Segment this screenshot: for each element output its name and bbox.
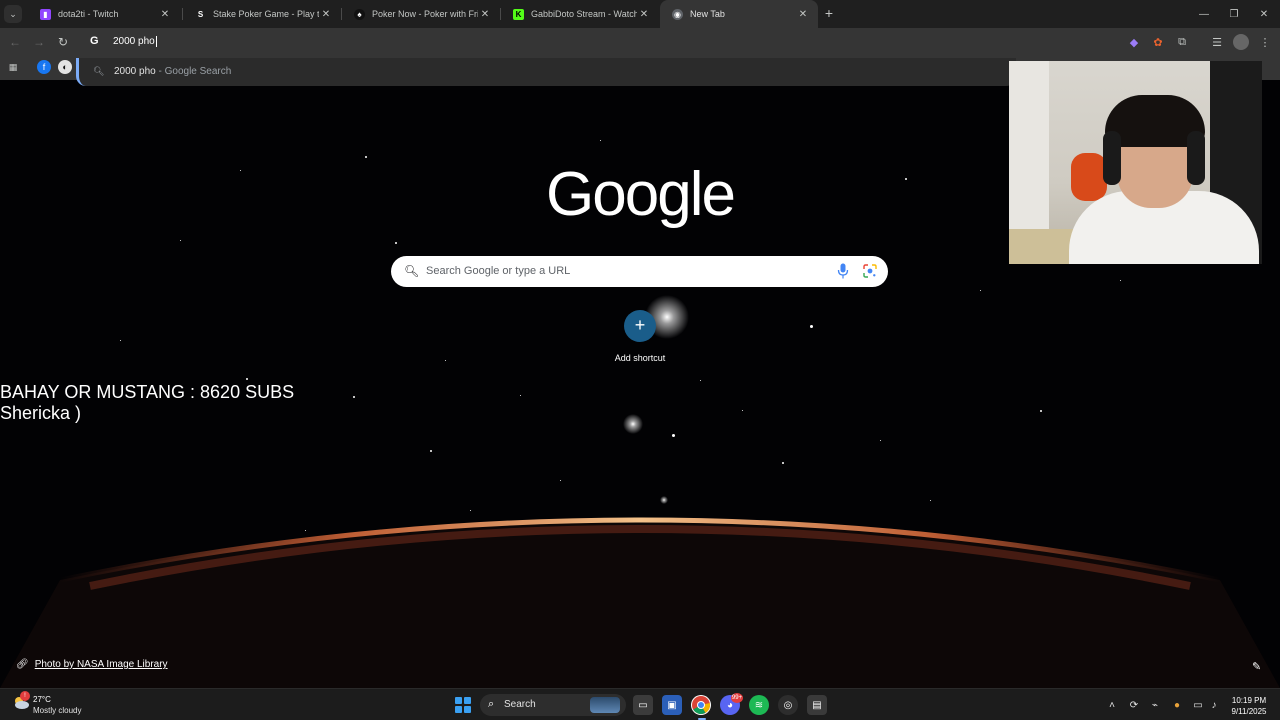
chrome-icon: ◉ xyxy=(672,8,683,20)
forward-icon[interactable]: → xyxy=(30,33,48,51)
obs-icon[interactable]: ◎ xyxy=(778,695,798,715)
tab-strip: ⌄ ▮ dota2ti - Twitch ✕ S Stake Poker Gam… xyxy=(0,0,1280,28)
search-icon: 🔍︎ xyxy=(93,66,105,76)
suggestion-text: 2000 pho - Google Search xyxy=(114,66,231,77)
more-menu-icon[interactable]: ⋮ xyxy=(1257,34,1273,50)
reading-list-icon[interactable]: ☰ xyxy=(1209,34,1225,50)
browser-toolbar: ← → ↻ G 2000 pho ◆ ✿ ⧉ ☰ ⋮ xyxy=(0,28,1280,56)
windows-start-icon[interactable] xyxy=(455,697,471,713)
chrome-taskbar-icon[interactable] xyxy=(691,695,711,715)
tab-twitch[interactable]: ▮ dota2ti - Twitch ✕ xyxy=(28,0,180,28)
stream-overlay-text: BAHAY OR MUSTANG : 8620 SUBS Shericka ) xyxy=(0,382,294,424)
add-shortcut-button[interactable]: + xyxy=(624,310,656,342)
search-icon: 🔍︎ xyxy=(404,264,420,278)
twitch-icon: ▮ xyxy=(40,8,51,20)
apps-grid-icon[interactable]: ▦ xyxy=(6,60,20,74)
microphone-icon[interactable]: ● xyxy=(1170,698,1184,712)
window-close-icon[interactable]: ✕ xyxy=(1248,0,1280,28)
copilot-extension-icon[interactable]: ◆ xyxy=(1126,34,1142,50)
suggestion-suffix: - Google Search xyxy=(155,66,232,77)
close-icon[interactable]: ✕ xyxy=(637,9,651,20)
tab-gabbidoto-stream[interactable]: K GabbiDoto Stream - Watch Live ✕ xyxy=(501,0,659,28)
tab-title: dota2ti - Twitch xyxy=(58,9,119,19)
task-view-icon[interactable]: ▭ xyxy=(633,695,653,715)
restore-icon[interactable]: ❐ xyxy=(1218,0,1250,28)
tab-title: Stake Poker Game - Play the Be xyxy=(213,9,319,19)
weather-temperature: 27°C xyxy=(33,695,51,704)
microsoft-store-icon[interactable]: ▣ xyxy=(662,695,682,715)
taskbar-search-box[interactable]: ⌕ Search xyxy=(480,694,626,716)
close-icon[interactable]: ✕ xyxy=(796,9,810,20)
webcam-plush-toy xyxy=(1071,153,1107,201)
weather-description: Mostly cloudy xyxy=(33,706,82,715)
tab-title: New Tab xyxy=(690,9,725,19)
tab-new-tab[interactable]: ◉ New Tab ✕ xyxy=(660,0,818,28)
search-icon: ⌕ xyxy=(488,698,495,710)
google-logo: Google xyxy=(546,160,736,229)
sync-icon[interactable]: ⟳ xyxy=(1127,698,1141,712)
extension-icon[interactable]: ✿ xyxy=(1150,34,1166,50)
tab-title: GabbiDoto Stream - Watch Live xyxy=(531,9,637,19)
stake-icon: S xyxy=(197,9,204,19)
chrome-logo-icon xyxy=(692,696,710,714)
windows-taskbar: ! 27°C Mostly cloudy ⌕ Search ▭ ▣ ◕ 99+ … xyxy=(0,688,1280,720)
headphone-left xyxy=(1103,131,1121,185)
tab-stake-poker[interactable]: S Stake Poker Game - Play the Be ✕ xyxy=(183,0,341,28)
weather-alert-badge: ! xyxy=(20,691,30,701)
link-icon: 🔗︎ xyxy=(16,659,29,670)
minimize-icon[interactable]: — xyxy=(1188,0,1220,28)
webcam-overlay xyxy=(1009,61,1262,264)
search-highlight-image xyxy=(590,697,620,713)
customize-pencil-icon[interactable]: ✎ xyxy=(1252,660,1261,673)
calculator-icon[interactable]: ▤ xyxy=(807,695,827,715)
extensions-puzzle-icon[interactable]: ⧉ xyxy=(1174,34,1190,50)
tab-search-button[interactable]: ⌄ xyxy=(4,5,22,23)
bookmark-icon[interactable]: ◐ xyxy=(58,60,72,74)
pokernow-icon: ♠ xyxy=(354,8,365,20)
show-hidden-icons-chevron-icon[interactable]: ˄ xyxy=(1105,698,1119,712)
omnibox-input[interactable]: 2000 pho xyxy=(113,36,157,47)
tab-title: Poker Now - Poker with Friends xyxy=(372,9,478,19)
omnibox-value: 2000 pho xyxy=(113,36,155,48)
photo-credit-text: Photo by NASA Image Library xyxy=(34,659,168,670)
overlay-line-1: BAHAY OR MUSTANG : 8620 SUBS xyxy=(0,382,295,402)
discord-notification-badge: 99+ xyxy=(731,693,743,703)
search-placeholder: Search Google or type a URL xyxy=(426,265,571,277)
facebook-icon[interactable]: f xyxy=(37,60,51,74)
close-icon[interactable]: ✕ xyxy=(478,9,492,20)
taskbar-search-label: Search xyxy=(504,699,536,710)
google-lens-icon[interactable] xyxy=(863,264,877,278)
taskbar-clock[interactable]: 10:19 PM 9/11/2025 xyxy=(1226,695,1272,717)
clock-time: 10:19 PM xyxy=(1231,696,1267,705)
suggestion-query: 2000 pho xyxy=(114,66,156,77)
display-icon[interactable]: ▭ xyxy=(1191,698,1205,712)
headphone-right xyxy=(1187,131,1205,185)
omnibox-suggestion-row[interactable]: 🔍︎ 2000 pho - Google Search xyxy=(76,58,1016,86)
network-off-icon[interactable]: ⌁ xyxy=(1148,698,1162,712)
reload-icon[interactable]: ↻ xyxy=(54,33,72,51)
spotify-icon[interactable]: ≋ xyxy=(749,695,769,715)
overlay-line-2: Shericka ) xyxy=(0,403,82,423)
text-caret xyxy=(155,36,157,47)
tab-poker-now[interactable]: ♠ Poker Now - Poker with Friends ✕ xyxy=(342,0,500,28)
ntp-search-box[interactable]: 🔍︎ Search Google or type a URL xyxy=(391,256,888,287)
volume-icon[interactable]: ♪ xyxy=(1207,698,1221,712)
new-tab-button[interactable]: + xyxy=(821,5,837,21)
back-icon[interactable]: ← xyxy=(6,33,24,51)
photo-credit-link[interactable]: 🔗︎ Photo by NASA Image Library xyxy=(16,659,168,670)
google-g-icon: G xyxy=(90,35,99,47)
clock-date: 9/11/2025 xyxy=(1231,707,1267,716)
add-shortcut-label: Add shortcut xyxy=(614,353,666,363)
close-icon[interactable]: ✕ xyxy=(319,9,333,20)
close-icon[interactable]: ✕ xyxy=(158,9,172,20)
profile-avatar[interactable] xyxy=(1233,34,1249,50)
microphone-icon[interactable] xyxy=(837,263,849,279)
kick-icon: K xyxy=(513,8,524,20)
